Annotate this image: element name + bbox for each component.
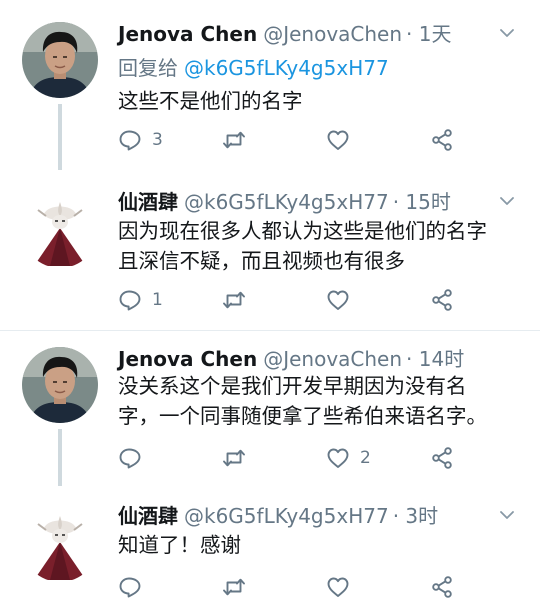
share-icon xyxy=(430,128,454,152)
share-button[interactable] xyxy=(430,285,454,315)
retweet-button[interactable] xyxy=(222,572,246,602)
tweet-header: 仙酒肆 @k6G5fLKy4g5xH77 · 15时 xyxy=(118,186,520,220)
retweet-button[interactable] xyxy=(222,125,246,155)
tweet-text-line: 字，一个同事随便拿了些希伯来语名字。 xyxy=(118,404,487,428)
reply-button[interactable] xyxy=(118,443,152,473)
share-icon xyxy=(430,575,454,599)
reply-to: 回复给 @k6G5fLKy4g5xH77 xyxy=(118,52,389,81)
share-icon xyxy=(430,288,454,312)
tweet-2[interactable]: 仙酒肆 @k6G5fLKy4g5xH77 · 15时 因为现在很多人都认为这些是他们… xyxy=(0,170,540,330)
reply-icon xyxy=(118,128,142,152)
like-button[interactable] xyxy=(326,285,360,315)
tweet-text-line: 因为现在很多人都认为这些是他们的名字 xyxy=(118,219,487,243)
chevron-down-icon[interactable] xyxy=(498,506,516,524)
avatar[interactable] xyxy=(22,192,98,268)
avatar[interactable] xyxy=(22,22,98,98)
reply-to-label: 回复给 xyxy=(118,56,178,80)
tweet-3[interactable]: Jenova Chen @JenovaChen · 14时 没关系这个是我们开发早期… xyxy=(0,331,540,486)
tweet-1[interactable]: Jenova Chen @JenovaChen · 1天 回复给 @k6G5fLKy4… xyxy=(0,0,540,170)
reply-icon xyxy=(118,575,142,599)
timestamp[interactable]: · 1天 xyxy=(406,22,451,46)
author-name[interactable]: 仙酒肆 xyxy=(118,190,178,214)
like-icon xyxy=(326,128,350,152)
reply-count: 3 xyxy=(152,130,163,150)
tweet-header: Jenova Chen @JenovaChen · 1天 xyxy=(118,18,520,52)
tweet-text: 没关系这个是我们开发早期因为没有名 字，一个同事随便拿了些希伯来语名字。 xyxy=(118,371,518,431)
author-handle[interactable]: @k6G5fLKy4g5xH77 xyxy=(184,190,389,214)
like-button[interactable] xyxy=(326,572,360,602)
avatar-image xyxy=(22,192,98,268)
share-button[interactable] xyxy=(430,443,454,473)
avatar[interactable] xyxy=(22,347,98,423)
chevron-down-icon[interactable] xyxy=(498,24,516,42)
avatar-image xyxy=(22,506,98,582)
author-name[interactable]: Jenova Chen xyxy=(118,347,257,371)
thread-line xyxy=(58,104,62,170)
avatar[interactable] xyxy=(22,506,98,582)
tweet-text-line: 知道了！感谢 xyxy=(118,533,241,557)
avatar-image xyxy=(22,22,98,98)
tweet-actions: 1 xyxy=(118,285,478,315)
retweet-button[interactable] xyxy=(222,285,246,315)
tweet-actions: 2 xyxy=(118,443,478,473)
like-icon xyxy=(326,575,350,599)
author-name[interactable]: 仙酒肆 xyxy=(118,504,178,528)
tweet-text-line: 没关系这个是我们开发早期因为没有名 xyxy=(118,374,467,398)
tweet-actions: 3 xyxy=(118,125,478,155)
share-button[interactable] xyxy=(430,572,454,602)
like-button[interactable] xyxy=(326,125,360,155)
timestamp[interactable]: · 3时 xyxy=(393,504,438,528)
author-name[interactable]: Jenova Chen xyxy=(118,22,257,46)
tweet-text-line: 这些不是他们的名字 xyxy=(118,89,303,113)
reply-button[interactable] xyxy=(118,572,152,602)
avatar-image xyxy=(22,347,98,423)
reply-button[interactable]: 3 xyxy=(118,125,163,155)
retweet-button[interactable] xyxy=(222,443,246,473)
like-count: 2 xyxy=(360,448,371,468)
retweet-icon xyxy=(222,575,246,599)
tweet-header: 仙酒肆 @k6G5fLKy4g5xH77 · 3时 xyxy=(118,500,520,534)
like-icon xyxy=(326,288,350,312)
retweet-icon xyxy=(222,288,246,312)
like-button[interactable]: 2 xyxy=(326,443,371,473)
like-icon xyxy=(326,446,350,470)
retweet-icon xyxy=(222,446,246,470)
chevron-down-icon[interactable] xyxy=(498,192,516,210)
reply-button[interactable]: 1 xyxy=(118,285,163,315)
reply-count: 1 xyxy=(152,290,163,310)
tweet-text: 这些不是他们的名字 xyxy=(118,86,518,116)
author-handle[interactable]: @k6G5fLKy4g5xH77 xyxy=(184,504,389,528)
reply-icon xyxy=(118,446,142,470)
tweet-text: 因为现在很多人都认为这些是他们的名字 且深信不疑，而且视频也有很多 xyxy=(118,216,518,276)
author-handle[interactable]: @JenovaChen xyxy=(263,347,402,371)
tweet-actions xyxy=(118,572,478,602)
reply-icon xyxy=(118,288,142,312)
timestamp[interactable]: · 14时 xyxy=(406,347,464,371)
retweet-icon xyxy=(222,128,246,152)
tweet-text: 知道了！感谢 xyxy=(118,530,518,560)
share-button[interactable] xyxy=(430,125,454,155)
thread-line xyxy=(58,429,62,486)
timestamp[interactable]: · 15时 xyxy=(393,190,451,214)
share-icon xyxy=(430,446,454,470)
tweet-4[interactable]: 仙酒肆 @k6G5fLKy4g5xH77 · 3时 知道了！感谢 xyxy=(0,486,540,606)
tweet-text-line: 且深信不疑，而且视频也有很多 xyxy=(118,249,405,273)
reply-to-handle-link[interactable]: @k6G5fLKy4g5xH77 xyxy=(184,56,389,80)
author-handle[interactable]: @JenovaChen xyxy=(263,22,402,46)
